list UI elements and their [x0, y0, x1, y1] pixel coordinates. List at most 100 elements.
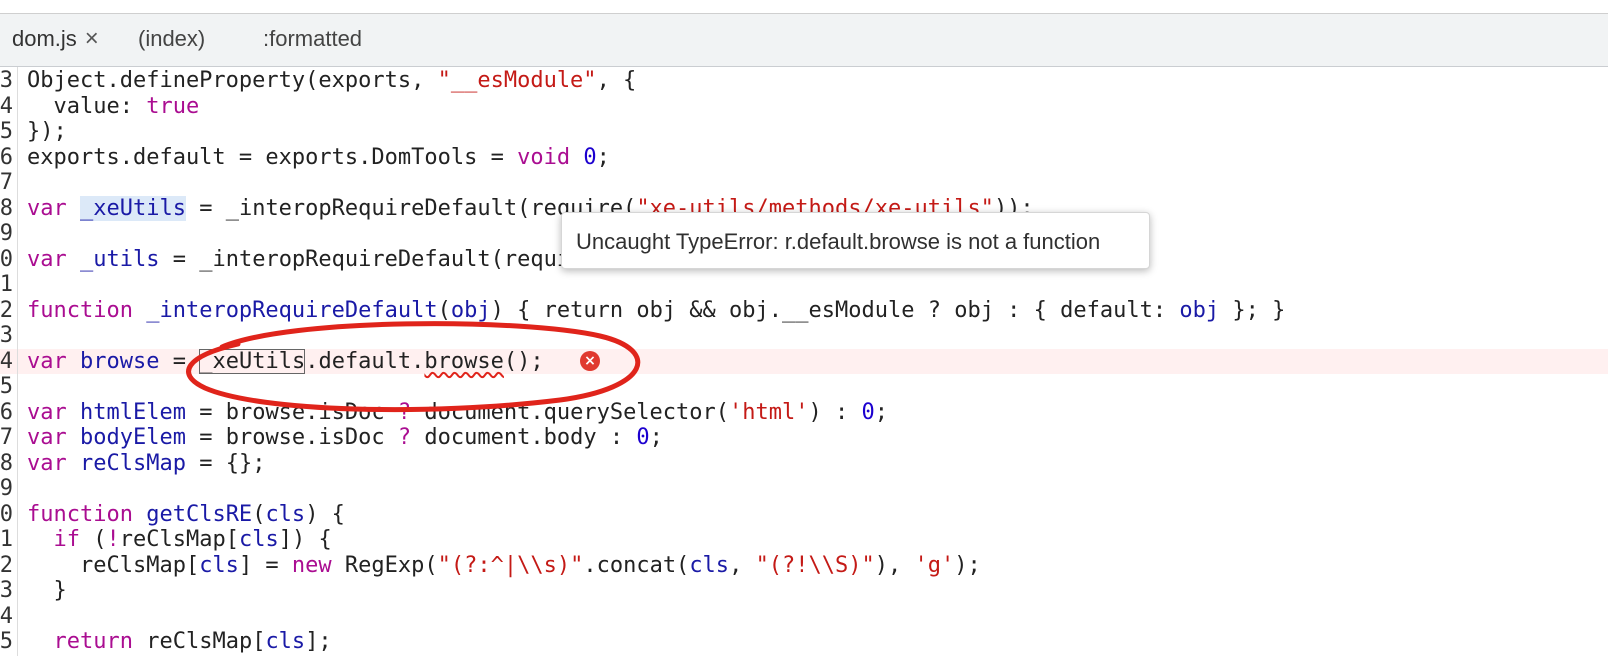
code-token: document.body : — [411, 425, 637, 450]
line-number[interactable]: 4 — [0, 94, 13, 120]
code-line[interactable]: 3 — [0, 323, 1608, 349]
line-number[interactable]: 6 — [0, 400, 13, 426]
code-token: = _interopRequireDefault(require( — [159, 246, 610, 272]
code-token: ; — [649, 425, 663, 450]
code-token: .default. — [305, 348, 425, 374]
code-text: return reClsMap[cls]; — [27, 629, 332, 655]
code-token: htmlElem — [80, 399, 186, 425]
line-number[interactable]: 2 — [0, 298, 13, 324]
code-line[interactable]: 5 return reClsMap[cls]; — [0, 629, 1608, 655]
code-token: = browse.isDoc — [185, 399, 398, 425]
line-number[interactable]: 3 — [0, 578, 13, 604]
code-token: cls — [265, 501, 306, 527]
code-line[interactable]: 5 — [0, 374, 1608, 400]
code-token: Object.defineProperty(exports, — [27, 68, 438, 93]
code-editor[interactable]: 5 return reClsMap[cls]; 4 3 } 2 reClsMap[cl… — [0, 67, 1608, 656]
line-number[interactable]: 4 — [0, 604, 13, 630]
line-number[interactable]: 5 — [0, 374, 13, 400]
error-tooltip: Uncaught TypeError: r.default.browse is … — [561, 212, 1150, 269]
code-token: var — [27, 246, 67, 272]
code-token: void — [517, 144, 571, 170]
code-line[interactable]: 0 function getClsRE(cls) { — [0, 502, 1608, 528]
line-number[interactable]: 5 — [0, 629, 13, 655]
close-icon[interactable]: × — [85, 14, 99, 64]
code-text: function _interopRequireDefault(obj) { r… — [27, 298, 1285, 324]
code-token: cls — [689, 552, 730, 578]
code-token: ( — [80, 527, 107, 552]
code-token: ) { return obj && obj.__esModule ? obj :… — [490, 297, 1180, 323]
code-line[interactable]: 1 if (!reClsMap[cls]) { — [0, 527, 1608, 553]
code-text: var browse = _xeUtils.default.browse(); — [27, 348, 544, 375]
code-line[interactable]: 1 — [0, 272, 1608, 298]
code-token: }); — [27, 119, 67, 144]
code-token: ; — [874, 399, 888, 425]
code-token: ]; — [305, 629, 332, 654]
tab-formatted[interactable]: :formatted — [263, 14, 362, 66]
code-text: } — [27, 578, 66, 604]
code-token: ? — [397, 425, 412, 450]
code-line[interactable]: 3 Object.defineProperty(exports, "__esMod… — [0, 68, 1608, 94]
error-icon[interactable]: × — [580, 351, 600, 371]
line-number[interactable]: 1 — [0, 527, 13, 553]
code-line[interactable]: 4 value: true — [0, 94, 1608, 120]
line-number[interactable]: 1 — [0, 272, 13, 298]
code-token: ), — [874, 552, 915, 578]
code-line[interactable]: 9 — [0, 476, 1608, 502]
line-number[interactable]: 2 — [0, 553, 13, 579]
tab-label: dom.js — [12, 26, 77, 51]
line-number[interactable]: 7 — [0, 170, 13, 196]
code-token: var — [27, 399, 67, 425]
line-number[interactable]: 3 — [0, 68, 13, 94]
code-text: var htmlElem = browse.isDoc ? document.q… — [27, 400, 888, 426]
code-line[interactable]: 8 var reClsMap = {}; — [0, 451, 1608, 477]
code-line[interactable]: 6 exports.default = exports.DomTools = vo… — [0, 145, 1608, 171]
line-number[interactable]: 6 — [0, 145, 13, 171]
code-token: getClsRE — [146, 501, 253, 527]
error-message: Uncaught TypeError: r.default.browse is … — [576, 229, 1101, 254]
code-token: = — [159, 348, 200, 374]
code-token: value: — [27, 93, 147, 119]
code-text: if (!reClsMap[cls]) { — [27, 527, 332, 553]
code-text: function getClsRE(cls) { — [27, 502, 345, 528]
code-line[interactable]: 7 — [0, 170, 1608, 196]
line-number[interactable]: 8 — [0, 196, 13, 222]
code-token: function — [27, 501, 133, 527]
code-token: = {}; — [185, 450, 266, 476]
code-line[interactable]: 5}); — [0, 119, 1608, 145]
tab-index[interactable]: (index) — [138, 14, 205, 66]
code-token: ]) { — [278, 527, 332, 552]
code-text: Object.defineProperty(exports, "__esModu… — [27, 68, 636, 94]
code-line[interactable]: 2 reClsMap[cls] = new RegExp("(?:^|\\s)"… — [0, 553, 1608, 579]
line-number[interactable]: 8 — [0, 451, 13, 477]
code-token: cls — [199, 552, 239, 578]
line-number[interactable]: 7 — [0, 425, 13, 451]
line-number[interactable]: 4 — [0, 349, 13, 375]
code-line[interactable]: 6 var htmlElem = browse.isDoc ? document.… — [0, 400, 1608, 426]
code-token: ? — [397, 399, 412, 425]
code-token: (); — [503, 348, 544, 374]
code-line[interactable]: 4 — [0, 604, 1608, 630]
code-token: reClsMap — [80, 450, 186, 476]
code-line[interactable]: 3 } — [0, 578, 1608, 604]
line-number[interactable]: 3 — [0, 323, 13, 349]
window-top-strip — [0, 0, 1608, 14]
line-number[interactable]: 0 — [0, 247, 13, 273]
code-token: 0 — [861, 399, 875, 425]
line-number[interactable]: 9 — [0, 221, 13, 247]
code-line[interactable]: 7 var bodyElem = browse.isDoc ? document.… — [0, 425, 1608, 451]
code-token: _interopRequireDefault — [146, 297, 438, 323]
line-number[interactable]: 9 — [0, 476, 13, 502]
code-line[interactable]: 2 function _interopRequireDefault(obj) { … — [0, 298, 1608, 324]
line-number[interactable]: 5 — [0, 119, 13, 145]
code-text: var bodyElem = browse.isDoc ? document.b… — [27, 425, 663, 451]
code-token: new — [291, 552, 332, 578]
line-number[interactable]: 0 — [0, 502, 13, 528]
code-text: value: true — [27, 94, 199, 120]
code-token: ] = — [238, 552, 292, 578]
tab-dom-js[interactable]: dom.js × — [12, 14, 99, 66]
code-text: exports.default = exports.DomTools = voi… — [27, 145, 610, 171]
code-line[interactable]: 4 var browse = _xeUtils.default.browse(); — [0, 348, 1608, 375]
